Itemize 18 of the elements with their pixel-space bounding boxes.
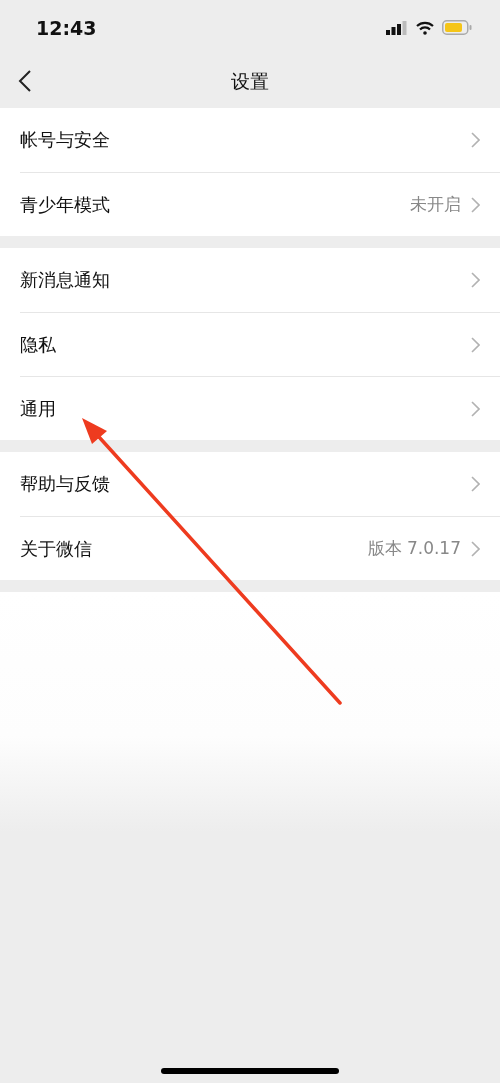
settings-row[interactable]: 青少年模式 未开启 (20, 172, 500, 236)
wifi-icon (416, 20, 434, 35)
chevron-icon (471, 540, 480, 557)
settings-row[interactable]: 帮助与反馈 (20, 452, 500, 516)
settings-row[interactable]: 关于微信 版本 7.0.17 (20, 516, 500, 580)
chevron-icon (471, 476, 480, 492)
chevron-icon (471, 132, 480, 148)
chevron-icon (471, 336, 480, 353)
settings-row[interactable]: 新消息通知 (20, 248, 500, 312)
settings-row[interactable]: 帐号与安全 (20, 108, 500, 172)
chevron-icon (471, 196, 480, 213)
page-title: 设置 (231, 68, 269, 94)
chevron-icon (471, 272, 480, 288)
chevron-icon (471, 400, 480, 417)
battery-icon (442, 20, 472, 35)
signal-icon (386, 20, 408, 35)
status-time: 12:43 (36, 16, 97, 39)
settings-row[interactable]: 隐私 (20, 312, 500, 376)
